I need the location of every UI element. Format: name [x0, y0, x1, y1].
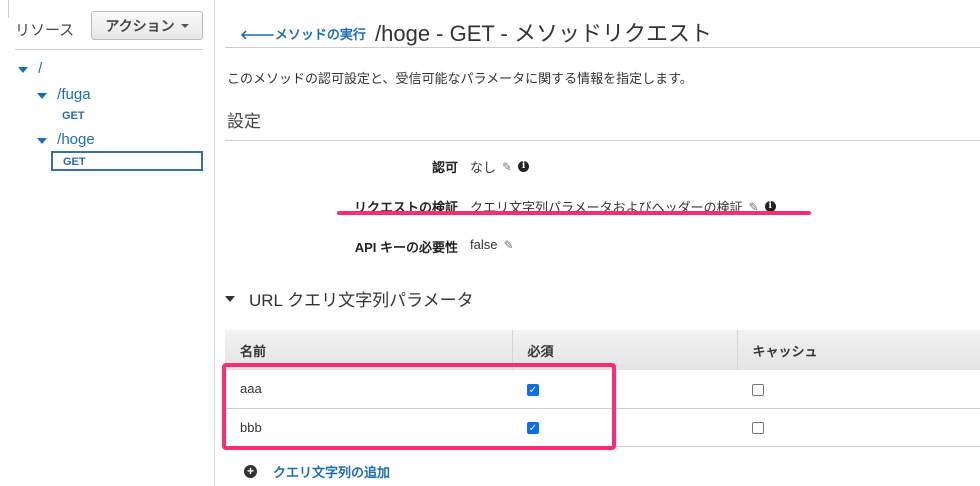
back-link-label: メソッドの実行 — [274, 27, 366, 42]
api-key-value: false ✎ — [470, 237, 514, 252]
panel-divider — [214, 0, 215, 486]
highlight-box — [222, 363, 616, 450]
cache-checkbox[interactable] — [752, 422, 764, 435]
actions-label: アクション — [105, 17, 175, 34]
pencil-icon[interactable]: ✎ — [503, 238, 513, 252]
tree-method-fuga-get[interactable]: GET — [62, 110, 85, 122]
page-title: /hoge - GET - メソッドリクエスト — [375, 21, 712, 46]
tree-item-fuga[interactable]: /fuga — [37, 86, 91, 103]
caret-down-icon — [180, 23, 189, 28]
resources-title: リソース — [15, 22, 75, 39]
tree-item-root[interactable]: / — [18, 60, 42, 77]
actions-button[interactable]: アクション — [91, 11, 203, 40]
pencil-icon[interactable]: ✎ — [502, 160, 512, 174]
description: このメソッドの認可設定と、受信可能なパラメータに関する情報を指定します。 — [227, 71, 693, 86]
tree-label: / — [38, 60, 43, 77]
info-icon[interactable]: i — [518, 161, 530, 172]
expand-icon — [37, 93, 47, 99]
settings-heading: 設定 — [227, 112, 261, 131]
arrow-left-icon: 🡐 — [240, 27, 275, 42]
collapse-icon — [225, 295, 235, 302]
back-link[interactable]: 🡐メソッドの実行 — [240, 24, 366, 43]
highlight-underline — [337, 211, 811, 215]
auth-value-text: なし — [470, 160, 497, 175]
query-params-heading: URL クエリ文字列パラメータ — [249, 291, 474, 310]
add-query-string-label: クエリ文字列の追加 — [273, 465, 391, 480]
api-key-text: false — [470, 237, 498, 252]
expand-icon — [18, 67, 28, 73]
tree-label: /fuga — [57, 86, 91, 103]
expand-icon — [37, 138, 47, 144]
plus-circle-icon: + — [244, 465, 257, 478]
divider — [225, 140, 980, 141]
column-cache: キャッシュ — [737, 330, 980, 370]
cache-checkbox[interactable] — [752, 383, 764, 396]
auth-label: 認可 — [431, 160, 458, 175]
add-query-string-link[interactable]: + クエリ文字列の追加 — [244, 462, 390, 481]
divider — [15, 49, 203, 50]
divider — [8, 0, 9, 18]
tree-method-hoge-get-selected[interactable]: GET — [51, 151, 203, 171]
divider — [225, 47, 980, 48]
api-key-label: API キーの必要性 — [354, 240, 458, 255]
tree-label: /hoge — [57, 131, 95, 148]
tree-item-hoge[interactable]: /hoge — [37, 131, 95, 148]
query-params-section-toggle[interactable]: URL クエリ文字列パラメータ — [225, 286, 474, 311]
auth-value: なし ✎ i — [470, 157, 530, 176]
